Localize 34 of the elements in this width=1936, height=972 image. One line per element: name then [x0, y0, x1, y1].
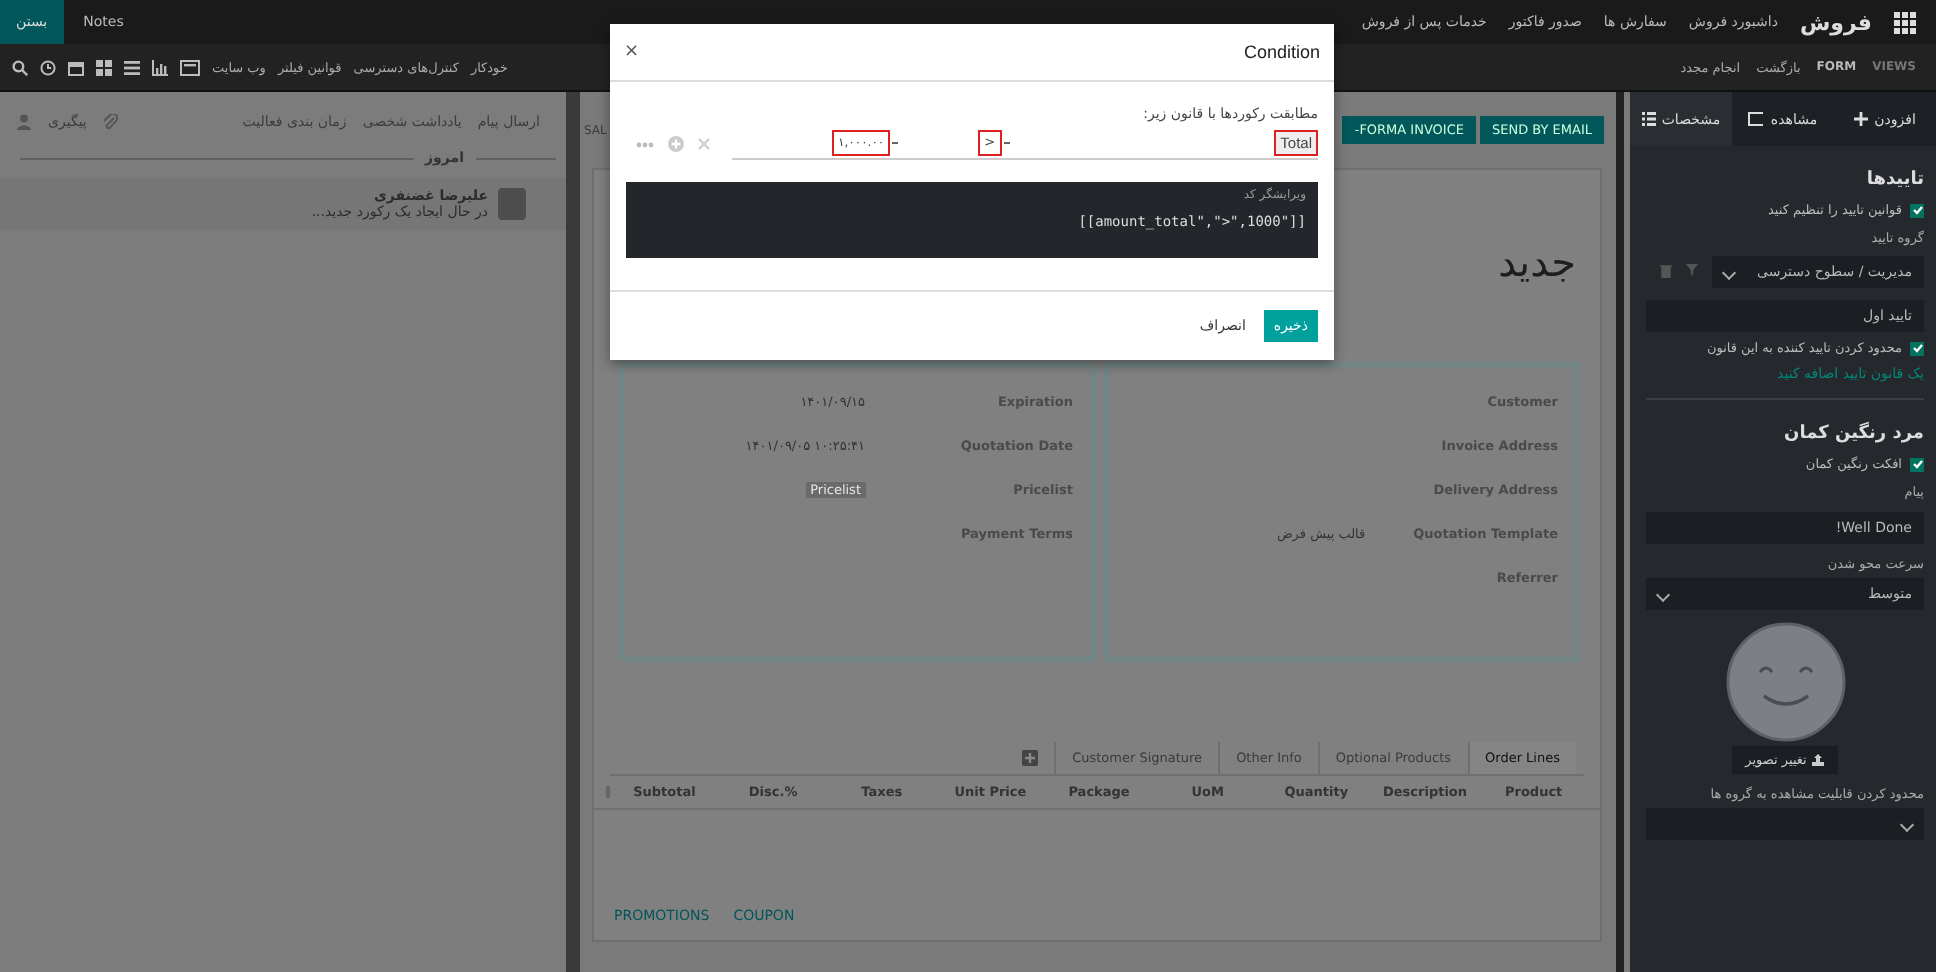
section-heading: تاییدها: [1864, 170, 1924, 190]
list-icon: [1641, 112, 1656, 126]
grid-icon[interactable]: [96, 59, 112, 75]
app-title: فروش: [1799, 9, 1872, 35]
smiley-face-icon: [1725, 622, 1845, 742]
clock-icon[interactable]: [40, 59, 56, 75]
trash-icon[interactable]: [1660, 263, 1672, 277]
list-icon[interactable]: [124, 59, 140, 75]
record-title: جدید: [1498, 238, 1576, 290]
scrollbar[interactable]: [1616, 92, 1624, 972]
checkbox[interactable]: [1910, 457, 1924, 471]
add-tab-icon[interactable]: [1022, 750, 1039, 766]
apps-grid-icon[interactable]: [1894, 11, 1916, 33]
more-icon[interactable]: [636, 141, 654, 147]
bar-chart-icon[interactable]: [152, 59, 168, 75]
filter-icon[interactable]: [1686, 264, 1698, 276]
add-circle-icon[interactable]: [668, 136, 684, 152]
card-icon[interactable]: [180, 59, 200, 75]
calendar-icon[interactable]: [68, 59, 84, 75]
chart-axis-icon: [1748, 112, 1765, 126]
search-icon[interactable]: [12, 59, 28, 75]
dialog-title: Condition: [1243, 42, 1320, 62]
checkbox[interactable]: [1910, 341, 1924, 355]
delete-icon[interactable]: [698, 138, 710, 150]
avatar-placeholder: [498, 188, 526, 220]
section-heading: مرد رنگین کمان: [1782, 424, 1924, 444]
plus-icon: [1854, 112, 1869, 126]
user-icon[interactable]: [16, 114, 32, 130]
checkbox[interactable]: [1910, 203, 1924, 217]
close-button[interactable]: ×: [624, 42, 640, 62]
upload-icon: [1812, 754, 1825, 766]
scrollbar[interactable]: [566, 92, 580, 972]
select-field[interactable]: [1646, 808, 1924, 840]
paperclip-icon[interactable]: [102, 114, 119, 130]
